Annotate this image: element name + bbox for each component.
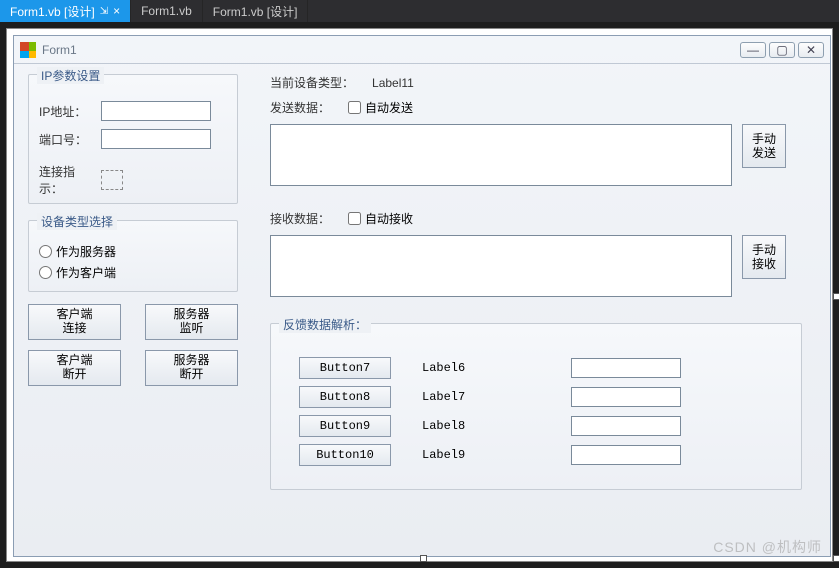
client-connect-button[interactable]: 客户端连接 bbox=[28, 304, 121, 340]
parse-input-2[interactable] bbox=[571, 416, 681, 436]
radio-server-input[interactable] bbox=[39, 245, 52, 258]
resize-handle-right[interactable] bbox=[833, 293, 839, 300]
parse-button-7[interactable]: Button7 bbox=[299, 357, 391, 379]
group-legend: 反馈数据解析： bbox=[279, 316, 371, 333]
ip-settings-group: IP参数设置 IP地址： 端口号： 连接指示： bbox=[28, 74, 238, 204]
server-disconnect-button[interactable]: 服务器断开 bbox=[145, 350, 238, 386]
watermark: CSDN @机构师 bbox=[713, 537, 822, 557]
auto-send-input[interactable] bbox=[348, 101, 361, 114]
auto-send-label: 自动发送 bbox=[365, 99, 413, 116]
app-icon bbox=[20, 42, 36, 58]
parse-label-7: Label7 bbox=[421, 389, 541, 405]
window-title: Form1 bbox=[42, 43, 77, 57]
tab-form1-code[interactable]: Form1.vb bbox=[131, 0, 203, 22]
port-label: 端口号： bbox=[39, 131, 95, 148]
parse-label-6: Label6 bbox=[421, 360, 541, 376]
conn-indicator-label: 连接指示： bbox=[39, 163, 95, 197]
port-input[interactable] bbox=[101, 129, 211, 149]
auto-recv-label: 自动接收 bbox=[365, 210, 413, 227]
resize-handle-bottom[interactable] bbox=[420, 555, 427, 562]
group-legend: 设备类型选择 bbox=[37, 213, 117, 230]
parse-button-8[interactable]: Button8 bbox=[299, 386, 391, 408]
form-designer-surface[interactable]: Form1 — ▢ ✕ IP参数设置 IP地址： 端口号： bbox=[6, 28, 833, 562]
ip-label: IP地址： bbox=[39, 103, 95, 120]
close-icon[interactable]: × bbox=[113, 4, 120, 18]
radio-client-label: 作为客户端 bbox=[56, 264, 116, 281]
device-type-group: 设备类型选择 作为服务器 作为客户端 bbox=[28, 220, 238, 292]
group-legend: IP参数设置 bbox=[37, 67, 104, 84]
current-device-label: 当前设备类型： bbox=[270, 74, 354, 91]
parse-label-9: Label9 bbox=[421, 447, 541, 463]
tab-label: Form1.vb bbox=[141, 4, 192, 18]
auto-recv-checkbox[interactable]: 自动接收 bbox=[348, 210, 413, 227]
auto-recv-input[interactable] bbox=[348, 212, 361, 225]
manual-recv-button[interactable]: 手动接收 bbox=[742, 235, 786, 279]
close-button[interactable]: ✕ bbox=[798, 42, 824, 58]
tab-form1-design-2[interactable]: Form1.vb [设计] bbox=[203, 0, 309, 22]
tab-form1-design-active[interactable]: Form1.vb [设计] ⇲ × bbox=[0, 0, 131, 22]
parse-label-8: Label8 bbox=[421, 418, 541, 434]
recv-data-label: 接收数据： bbox=[270, 210, 330, 227]
parse-input-3[interactable] bbox=[571, 445, 681, 465]
send-textarea[interactable] bbox=[270, 124, 732, 186]
send-data-label: 发送数据： bbox=[270, 99, 330, 116]
parse-button-9[interactable]: Button9 bbox=[299, 415, 391, 437]
maximize-button[interactable]: ▢ bbox=[769, 42, 795, 58]
auto-send-checkbox[interactable]: 自动发送 bbox=[348, 99, 413, 116]
editor-tabbar: Form1.vb [设计] ⇲ × Form1.vb Form1.vb [设计] bbox=[0, 0, 839, 22]
titlebar: Form1 — ▢ ✕ bbox=[14, 36, 830, 64]
resize-handle-corner[interactable] bbox=[833, 555, 839, 562]
server-listen-button[interactable]: 服务器监听 bbox=[145, 304, 238, 340]
tab-label: Form1.vb [设计] bbox=[10, 3, 95, 20]
conn-indicator bbox=[101, 170, 123, 190]
radio-client-input[interactable] bbox=[39, 266, 52, 279]
parse-group: 反馈数据解析： Button7 Label6 Button8 Label7 Bu… bbox=[270, 323, 802, 490]
recv-textarea[interactable] bbox=[270, 235, 732, 297]
radio-server[interactable]: 作为服务器 bbox=[39, 243, 227, 260]
radio-server-label: 作为服务器 bbox=[56, 243, 116, 260]
minimize-button[interactable]: — bbox=[740, 42, 766, 58]
ip-input[interactable] bbox=[101, 101, 211, 121]
manual-send-button[interactable]: 手动发送 bbox=[742, 124, 786, 168]
pin-icon[interactable]: ⇲ bbox=[100, 6, 108, 17]
parse-input-0[interactable] bbox=[571, 358, 681, 378]
current-device-value: Label11 bbox=[372, 76, 414, 90]
tab-label: Form1.vb [设计] bbox=[213, 3, 298, 20]
parse-button-10[interactable]: Button10 bbox=[299, 444, 391, 466]
form-window: Form1 — ▢ ✕ IP参数设置 IP地址： 端口号： bbox=[13, 35, 831, 557]
client-disconnect-button[interactable]: 客户端断开 bbox=[28, 350, 121, 386]
client-area: IP参数设置 IP地址： 端口号： 连接指示： 设备类型选择 bbox=[14, 64, 830, 556]
radio-client[interactable]: 作为客户端 bbox=[39, 264, 227, 281]
parse-input-1[interactable] bbox=[571, 387, 681, 407]
